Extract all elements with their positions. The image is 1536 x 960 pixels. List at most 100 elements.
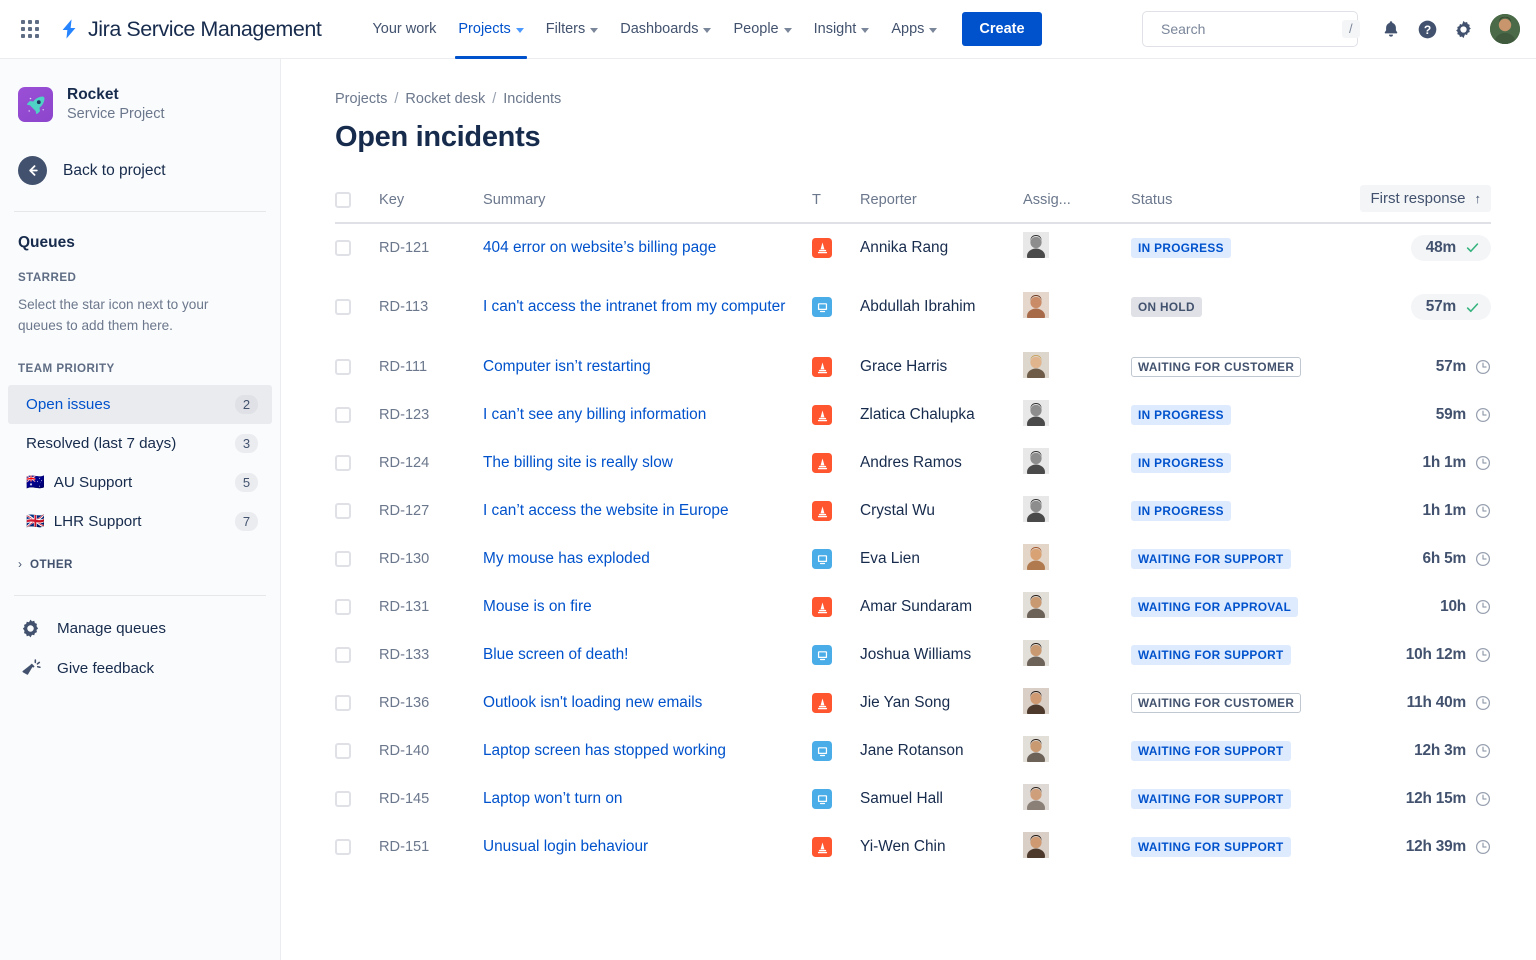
issue-summary-link[interactable]: Computer isn’t restarting [483,355,812,379]
issue-key[interactable]: RD-123 [379,407,429,423]
issue-summary-link[interactable]: I can’t access the website in Europe [483,499,812,523]
row-checkbox[interactable] [335,599,351,615]
breadcrumb-rocket-desk[interactable]: Rocket desk [405,91,485,107]
sort-first-response-button[interactable]: First response ↑ [1360,185,1491,212]
assignee-avatar[interactable] [1023,701,1049,718]
status-badge[interactable]: IN PROGRESS [1131,238,1231,258]
column-header-reporter[interactable]: Reporter [860,185,1023,223]
create-button[interactable]: Create [962,12,1041,46]
status-badge[interactable]: IN PROGRESS [1131,453,1231,473]
user-avatar[interactable] [1490,14,1520,44]
assignee-avatar[interactable] [1023,605,1049,622]
status-badge[interactable]: WAITING FOR SUPPORT [1131,645,1291,665]
issue-key[interactable]: RD-127 [379,503,429,519]
issue-summary-link[interactable]: I can't access the intranet from my comp… [483,295,812,319]
assignee-avatar[interactable] [1023,305,1049,322]
status-badge[interactable]: WAITING FOR CUSTOMER [1131,357,1301,377]
settings-button[interactable] [1446,12,1480,46]
nav-item-people[interactable]: People [722,0,802,59]
sidebar-queue-au-support[interactable]: 🇦🇺 AU Support 5 [8,463,272,502]
issue-summary-link[interactable]: Unusual login behaviour [483,835,812,859]
project-header[interactable]: Rocket Service Project [0,85,280,124]
nav-item-projects[interactable]: Projects [447,0,534,59]
row-checkbox[interactable] [335,647,351,663]
table-row[interactable]: RD-121 404 error on website’s billing pag… [335,223,1491,271]
search-box[interactable]: / [1142,11,1358,47]
nav-item-apps[interactable]: Apps [880,0,948,59]
column-header-summary[interactable]: Summary [483,185,812,223]
table-row[interactable]: RD-136Outlook isn't loading new emailsJi… [335,679,1491,727]
issue-summary-link[interactable]: 404 error on website’s billing page [483,236,812,260]
assignee-avatar[interactable] [1023,509,1049,526]
issue-key[interactable]: RD-130 [379,551,429,567]
issue-key[interactable]: RD-113 [379,299,428,315]
table-row[interactable]: RD-145Laptop won’t turn onSamuel HallWAI… [335,775,1491,823]
nav-item-dashboards[interactable]: Dashboards [609,0,722,59]
nav-item-insight[interactable]: Insight [803,0,881,59]
row-checkbox[interactable] [335,240,351,256]
table-row[interactable]: RD-124The billing site is really slowAnd… [335,439,1491,487]
status-badge[interactable]: ON HOLD [1131,297,1202,317]
issue-summary-link[interactable]: Blue screen of death! [483,643,812,667]
back-to-project-link[interactable]: Back to project [0,156,280,185]
status-badge[interactable]: WAITING FOR APPROVAL [1131,597,1298,617]
table-row[interactable]: RD-111Computer isn’t restartingGrace Har… [335,343,1491,391]
row-checkbox[interactable] [335,551,351,567]
issue-summary-link[interactable]: Outlook isn't loading new emails [483,691,812,715]
row-checkbox[interactable] [335,695,351,711]
row-checkbox[interactable] [335,407,351,423]
breadcrumb-incidents[interactable]: Incidents [503,91,561,107]
sidebar-manage-queues[interactable]: Manage queues [0,608,280,648]
table-row[interactable]: RD-113 I can't access the intranet from m… [335,271,1491,343]
nav-item-filters[interactable]: Filters [535,0,609,59]
assignee-avatar[interactable] [1023,461,1049,478]
table-row[interactable]: RD-131Mouse is on fireAmar SundaramWAITI… [335,583,1491,631]
column-header-assignee[interactable]: Assig... [1023,185,1131,223]
table-row[interactable]: RD-127 I can’t access the website in Euro… [335,487,1491,535]
issue-key[interactable]: RD-136 [379,695,429,711]
sidebar-give-feedback[interactable]: Give feedback [0,648,280,688]
sidebar-queue-open-issues[interactable]: Open issues 2 [8,385,272,424]
status-badge[interactable]: WAITING FOR SUPPORT [1131,837,1291,857]
issue-summary-link[interactable]: I can’t see any billing information [483,403,812,427]
select-all-checkbox[interactable] [335,192,351,208]
notifications-button[interactable] [1374,12,1408,46]
sidebar-section-other[interactable]: › OTHER [0,547,280,581]
assignee-avatar[interactable] [1023,797,1049,814]
issue-summary-link[interactable]: Mouse is on fire [483,595,812,619]
issue-key[interactable]: RD-140 [379,743,429,759]
assignee-avatar[interactable] [1023,413,1049,430]
status-badge[interactable]: IN PROGRESS [1131,405,1231,425]
status-badge[interactable]: WAITING FOR SUPPORT [1131,789,1291,809]
issue-key[interactable]: RD-133 [379,647,429,663]
issue-key[interactable]: RD-111 [379,359,427,375]
app-switcher-button[interactable] [14,13,46,45]
table-row[interactable]: RD-123 I can’t see any billing informatio… [335,391,1491,439]
nav-item-your-work[interactable]: Your work [361,0,447,59]
table-row[interactable]: RD-151Unusual login behaviourYi-Wen Chin… [335,823,1491,871]
assignee-avatar[interactable] [1023,749,1049,766]
row-checkbox[interactable] [335,299,351,315]
row-checkbox[interactable] [335,503,351,519]
assignee-avatar[interactable] [1023,365,1049,382]
issue-summary-link[interactable]: The billing site is really slow [483,451,812,475]
status-badge[interactable]: WAITING FOR SUPPORT [1131,741,1291,761]
row-checkbox[interactable] [335,791,351,807]
help-button[interactable]: ? [1410,12,1444,46]
product-home-link[interactable]: Jira Service Management [58,17,321,42]
assignee-avatar[interactable] [1023,653,1049,670]
issue-summary-link[interactable]: My mouse has exploded [483,547,812,571]
column-header-key[interactable]: Key [379,185,483,223]
issue-summary-link[interactable]: Laptop won’t turn on [483,787,812,811]
table-row[interactable]: RD-140Laptop screen has stopped workingJ… [335,727,1491,775]
issue-key[interactable]: RD-131 [379,599,429,615]
table-row[interactable]: RD-130My mouse has explodedEva LienWAITI… [335,535,1491,583]
row-checkbox[interactable] [335,359,351,375]
issue-key[interactable]: RD-124 [379,455,429,471]
status-badge[interactable]: WAITING FOR CUSTOMER [1131,693,1301,713]
row-checkbox[interactable] [335,743,351,759]
issue-key[interactable]: RD-121 [379,240,429,256]
column-header-status[interactable]: Status [1131,185,1331,223]
table-row[interactable]: RD-133Blue screen of death!Joshua Willia… [335,631,1491,679]
assignee-avatar[interactable] [1023,845,1049,862]
